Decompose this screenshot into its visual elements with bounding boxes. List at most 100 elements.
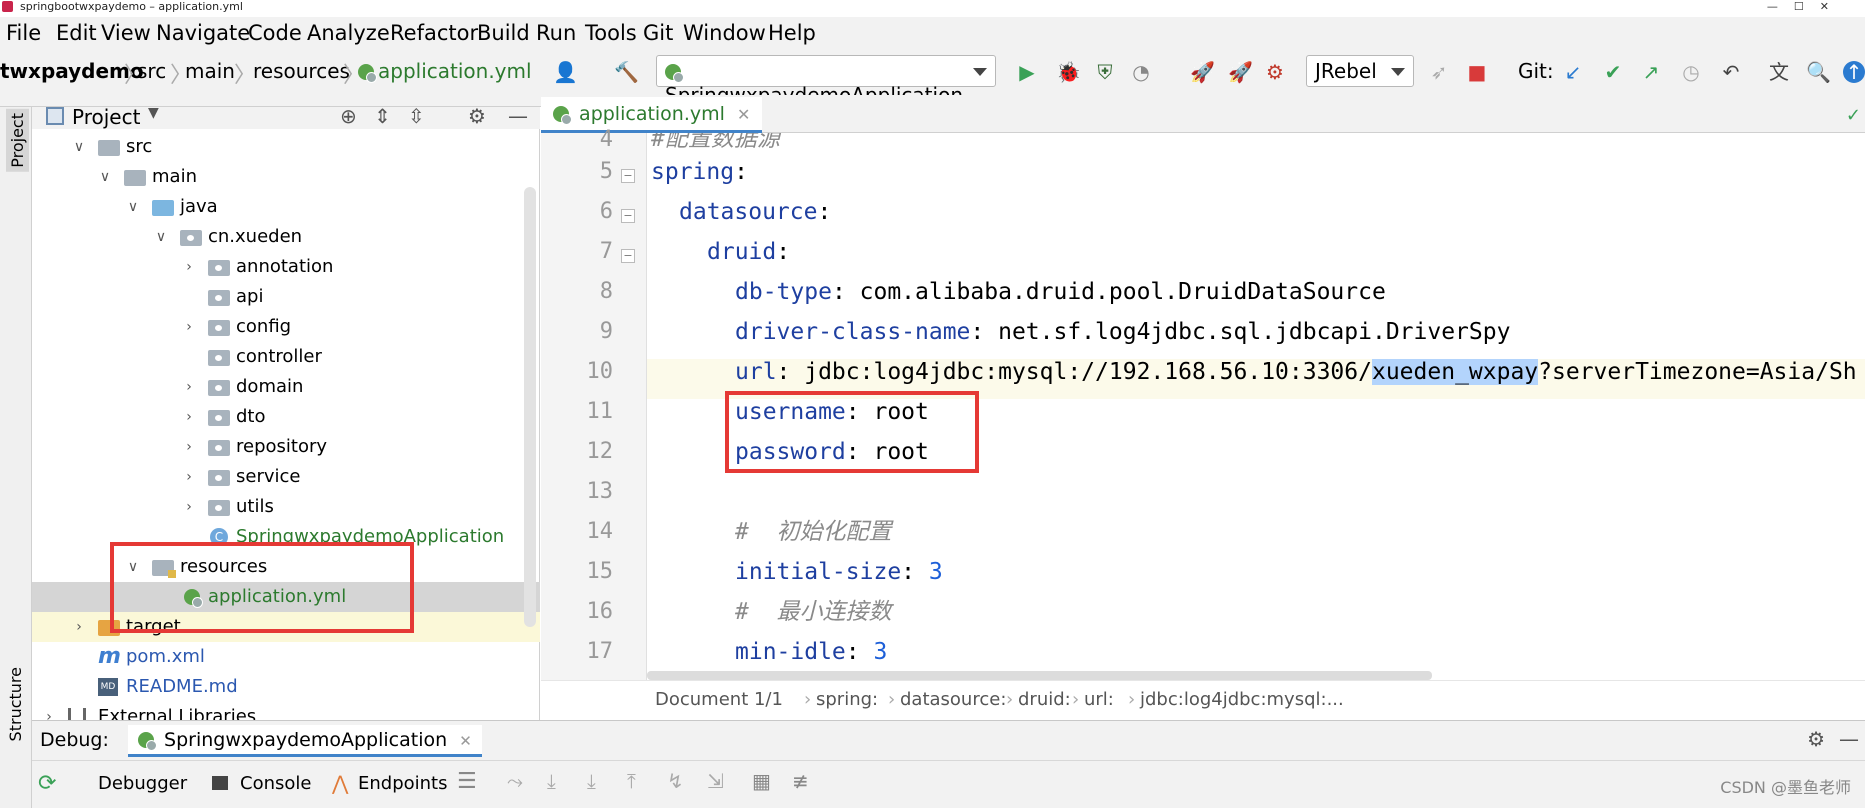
translate-icon[interactable]: 文 (1768, 61, 1790, 83)
fold-marker-icon[interactable]: − (621, 249, 635, 263)
fold-marker-icon[interactable]: − (621, 209, 635, 223)
tree-scrollbar[interactable] (524, 187, 536, 627)
menu-refactor[interactable]: Refactor (390, 21, 478, 45)
git-push-icon[interactable]: ↗ (1640, 61, 1662, 83)
window-controls[interactable]: —☐✕ (1767, 0, 1845, 13)
code-view[interactable]: #配置数据源 spring: datasource: druid: db-typ… (647, 133, 1865, 680)
build-hammer-icon[interactable]: 🔨 (614, 61, 639, 83)
search-icon[interactable]: 🔍 (1806, 61, 1831, 83)
step-over-icon[interactable]: ⤓ (547, 769, 556, 793)
breadcrumb-resources[interactable]: resources (253, 59, 350, 83)
debug-bug-icon[interactable]: 🐞 (1056, 61, 1081, 83)
tree-item-cn-xueden[interactable]: ∨ cn.xueden (32, 222, 540, 252)
run-to-cursor-icon[interactable]: ⇲ (707, 769, 724, 793)
tree-item-pom[interactable]: m pom.xml (32, 642, 540, 672)
gear-icon[interactable]: ⚙ (1807, 727, 1825, 751)
debug-header: Debug: SpringwxpaydemoApplication ✕ ⚙ — (32, 721, 1865, 761)
profiler-icon[interactable]: ◔ (1130, 61, 1152, 83)
update-icon[interactable]: ➶ (1428, 61, 1450, 83)
tree-item-dto[interactable]: › dto (32, 402, 540, 432)
breadcrumb-main[interactable]: main (185, 59, 235, 83)
menu-build[interactable]: Build (477, 21, 530, 45)
tree-item-repository[interactable]: › repository (32, 432, 540, 462)
git-rollback-icon[interactable]: ↶ (1720, 61, 1742, 83)
tree-item-main[interactable]: ∨ main (32, 162, 540, 192)
locate-icon[interactable]: ⊕ (340, 104, 357, 128)
rerun-icon[interactable]: ⟳ (38, 771, 56, 796)
collapse-all-icon[interactable]: ⇳ (408, 104, 425, 128)
tree-item-java[interactable]: ∨ java (32, 192, 540, 222)
menu-tools[interactable]: Tools (585, 21, 637, 45)
minimize-icon[interactable]: — (1839, 727, 1859, 751)
tab-console[interactable]: Console (240, 773, 311, 794)
yaml-path-datasource[interactable]: datasource: (888, 689, 1006, 710)
menu-window[interactable]: Window (683, 21, 766, 45)
tree-item-external-libraries[interactable]: › External Libraries (32, 702, 540, 720)
tree-item-utils[interactable]: › utils (32, 492, 540, 522)
inspection-ok-icon[interactable]: ✓ (1846, 105, 1861, 126)
horizontal-scrollbar[interactable] (647, 671, 1432, 680)
tree-item-api[interactable]: api (32, 282, 540, 312)
show-execution-point-icon[interactable]: ⤳ (507, 769, 523, 793)
breadcrumb-file[interactable]: application.yml (358, 59, 532, 83)
drop-frame-icon[interactable]: ↯ (667, 769, 684, 793)
tree-item-src[interactable]: ∨ src (32, 132, 540, 162)
menu-run[interactable]: Run (536, 21, 576, 45)
tab-endpoints[interactable]: Endpoints (358, 773, 448, 794)
fold-marker-icon[interactable]: − (621, 169, 635, 183)
close-tab-icon[interactable]: ✕ (737, 105, 750, 124)
menu-edit[interactable]: Edit (56, 21, 97, 45)
tree-item-label: dto (236, 406, 266, 427)
project-tool-tab[interactable]: Project (6, 109, 29, 172)
run-config-select[interactable]: SpringwxpaydemoApplication (656, 55, 996, 107)
menu-code[interactable]: Code (248, 21, 302, 45)
git-commit-icon[interactable]: ✔ (1602, 61, 1624, 83)
yaml-path-spring[interactable]: spring: (804, 689, 878, 710)
evaluate-icon[interactable]: ▦ (752, 769, 771, 793)
gear-icon[interactable]: ⚙ (468, 104, 486, 128)
jrebel-select[interactable]: JRebel (1306, 55, 1414, 87)
menu-view[interactable]: View (101, 21, 151, 45)
menu-analyze[interactable]: Analyze (307, 21, 390, 45)
breadcrumb-project[interactable]: twxpaydemo (0, 59, 144, 83)
tree-item-domain[interactable]: › domain (32, 372, 540, 402)
menu-navigate[interactable]: Navigate (156, 21, 250, 45)
run-icon[interactable]: ▶ (1016, 61, 1038, 83)
debug-config-tab[interactable]: SpringwxpaydemoApplication ✕ (128, 725, 482, 757)
structure-tool-tab[interactable]: Structure (6, 667, 25, 741)
stop-icon[interactable]: ■ (1466, 61, 1488, 83)
yaml-number: 3 (873, 639, 888, 665)
step-out-icon[interactable]: ⤒ (627, 769, 636, 793)
git-history-icon[interactable]: ◷ (1680, 61, 1702, 83)
trace-icon[interactable]: ≢ (792, 769, 809, 793)
close-tab-icon[interactable]: ✕ (459, 732, 472, 750)
breadcrumb-src[interactable]: src (137, 59, 166, 83)
jrebel-debug-icon[interactable]: 🚀 (1228, 61, 1253, 83)
tab-debugger[interactable]: Debugger (98, 773, 187, 794)
minimize-icon[interactable]: — (508, 104, 528, 128)
tree-item-readme[interactable]: MD README.md (32, 672, 540, 702)
menu-file[interactable]: File (6, 21, 41, 45)
step-into-icon[interactable]: ⤓ (587, 769, 596, 793)
jrebel-run-icon[interactable]: 🚀 (1190, 61, 1215, 83)
jrebel-panel-icon[interactable]: ⚙ (1264, 61, 1286, 83)
yaml-path-url[interactable]: url: (1072, 689, 1114, 710)
user-icon[interactable]: 👤 (553, 61, 578, 83)
tree-item-annotation[interactable]: › annotation (32, 252, 540, 282)
menu-git[interactable]: Git (643, 21, 673, 45)
git-update-icon[interactable]: ↙ (1562, 61, 1584, 83)
menu-lines-icon[interactable]: ☰ (457, 769, 477, 794)
tree-item-service[interactable]: › service (32, 462, 540, 492)
chevron-down-icon[interactable]: ▼ (148, 105, 159, 121)
yaml-path-value[interactable]: jdbc:log4jdbc:mysql:... (1128, 689, 1344, 710)
yaml-key: datasource (679, 199, 818, 225)
coverage-icon[interactable]: ⛨ (1094, 61, 1116, 83)
yaml-path-druid[interactable]: druid: (1006, 689, 1071, 710)
upgrade-icon[interactable]: ↑ (1843, 61, 1865, 83)
menu-help[interactable]: Help (768, 21, 816, 45)
tree-item-config[interactable]: › config (32, 312, 540, 342)
tree-item-controller[interactable]: controller (32, 342, 540, 372)
expand-all-icon[interactable]: ⇕ (374, 104, 391, 128)
project-panel-title[interactable]: Project (72, 105, 140, 129)
tree-item-label: service (236, 466, 301, 487)
